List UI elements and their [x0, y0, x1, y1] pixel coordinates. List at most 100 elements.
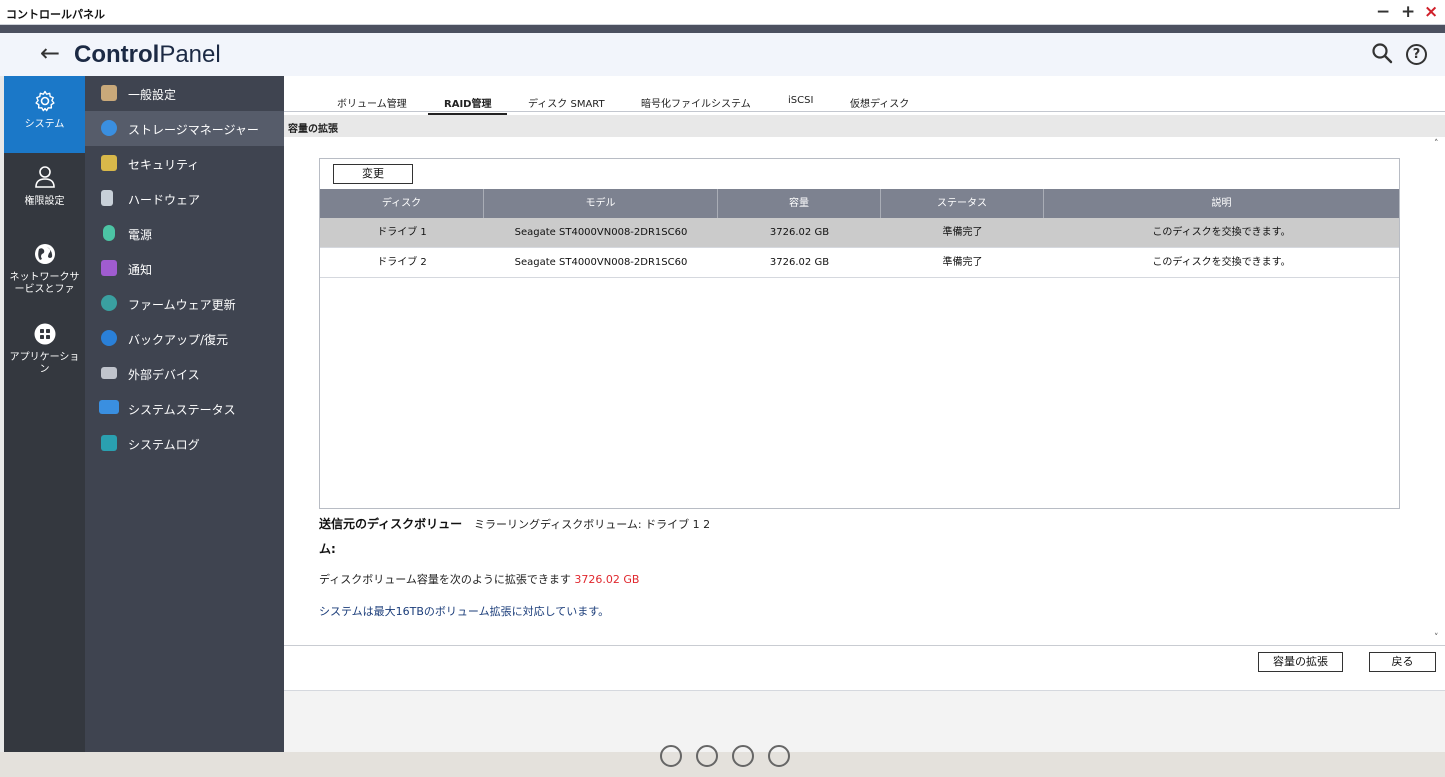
globe-icon [34, 244, 55, 264]
storage-icon [101, 120, 117, 136]
cell-model: Seagate ST4000VN008-2DR1SC60 [514, 227, 688, 238]
menu-item-log[interactable]: システムログ [85, 426, 284, 461]
firmware-icon [101, 295, 117, 311]
general-settings-icon [101, 85, 117, 101]
lock-icon [101, 155, 117, 171]
table-row[interactable]: ドライブ 1 Seagate ST4000VN008-2DR1SC60 3726… [320, 218, 1399, 248]
maximize-button[interactable]: + [1401, 2, 1415, 22]
desktop-background [0, 745, 1445, 777]
rail-item-permissions[interactable]: 権限設定 [4, 164, 85, 224]
menu-label: ファームウェア更新 [128, 298, 236, 312]
rail-label-system: システム [24, 119, 65, 130]
menu-label: ハードウェア [128, 193, 201, 207]
column-header-status[interactable]: ステータス [881, 189, 1044, 218]
scroll-down-icon[interactable]: ˅ [1434, 633, 1439, 643]
back-arrow-icon[interactable]: ← [40, 39, 60, 67]
menu-label: バックアップ/復元 [128, 333, 229, 347]
apps-icon [34, 323, 55, 345]
help-icon[interactable]: ? [1406, 44, 1427, 65]
cell-description: このディスクを交換できます。 [1152, 257, 1291, 268]
menu-item-firmware[interactable]: ファームウェア更新 [85, 286, 284, 321]
tab-virtual-disk[interactable]: 仮想ディスク [850, 95, 909, 110]
hardware-icon [101, 190, 113, 206]
cell-capacity: 3726.02 GB [769, 227, 830, 238]
tab-volume[interactable]: ボリューム管理 [337, 95, 407, 110]
tab-iscsi[interactable]: iSCSI [788, 95, 813, 106]
dock-icon[interactable] [696, 745, 718, 767]
minimize-button[interactable]: − [1376, 2, 1390, 22]
source-volume-label: 送信元のディスクボリュー [319, 517, 463, 531]
tab-encryption[interactable]: 暗号化ファイルシステム [641, 95, 751, 110]
tab-bar: ボリューム管理 RAID管理 ディスク SMART 暗号化ファイルシステム iS… [284, 76, 1445, 115]
app-header: ← ControlPanel ? [0, 33, 1445, 76]
menu-item-backup[interactable]: バックアップ/復元 [85, 321, 284, 356]
log-icon [101, 435, 117, 451]
expand-capacity-button[interactable]: 容量の拡張 [1258, 652, 1343, 672]
column-header-disk[interactable]: ディスク [320, 189, 484, 218]
cell-model: Seagate ST4000VN008-2DR1SC60 [514, 257, 688, 268]
external-device-icon [101, 367, 117, 379]
app-title-bold: Control [74, 41, 160, 68]
cell-disk: ドライブ 2 [377, 257, 427, 268]
dock-icon[interactable] [732, 745, 754, 767]
gear-icon [34, 90, 55, 112]
cell-disk: ドライブ 1 [377, 227, 427, 238]
menu-item-hardware[interactable]: ハードウェア [85, 181, 284, 216]
section-title: 容量の拡張 [284, 115, 1445, 137]
column-header-model[interactable]: モデル [484, 189, 718, 218]
menu-item-external[interactable]: 外部デバイス [85, 356, 284, 391]
menu-item-security[interactable]: セキュリティ [85, 146, 284, 181]
menu-label: 通知 [128, 263, 153, 277]
power-icon [103, 225, 115, 241]
footer-divider [284, 645, 1445, 646]
cell-status: 準備完了 [942, 227, 983, 238]
dock-icon[interactable] [660, 745, 682, 767]
user-icon [34, 166, 55, 188]
source-volume-value: ミラーリングディスクボリューム: ドライブ 1 2 [474, 518, 711, 531]
close-button[interactable]: × [1424, 2, 1438, 22]
back-button[interactable]: 戻る [1369, 652, 1436, 672]
menu-label: システムステータス [128, 403, 236, 417]
column-header-capacity[interactable]: 容量 [718, 189, 881, 218]
menu-item-power[interactable]: 電源 [85, 216, 284, 251]
cell-description: このディスクを交換できます。 [1152, 227, 1291, 238]
menu-label: 電源 [128, 228, 153, 242]
app-title: ControlPanel [74, 41, 221, 69]
vertical-scrollbar[interactable]: ˄ ˅ [1434, 137, 1445, 645]
menu-label: 外部デバイス [128, 368, 200, 382]
source-volume-label-cont: ム: [319, 542, 336, 556]
disk-table: 変更 ディスク モデル 容量 ステータス 説明 ドライブ 1 Seagate S… [319, 158, 1400, 509]
expand-capacity-text: ディスクボリューム容量を次のように拡張できます 3726.02 GB [319, 571, 639, 587]
category-rail: システム 権限設定 ネットワークサービスとファ アプリケーション [4, 76, 85, 752]
menu-item-storage[interactable]: ストレージマネージャー [85, 111, 284, 146]
rail-item-system[interactable]: システム [4, 76, 85, 153]
rail-item-applications[interactable]: アプリケーション [4, 322, 85, 392]
backup-icon [101, 330, 117, 346]
search-icon[interactable] [1370, 41, 1394, 65]
column-header-description[interactable]: 説明 [1044, 189, 1399, 218]
tab-disk-smart[interactable]: ディスク SMART [528, 95, 605, 110]
app-title-light: Panel [159, 41, 221, 68]
change-button[interactable]: 変更 [333, 164, 413, 184]
rail-item-network[interactable]: ネットワークサービスとファ [4, 242, 85, 312]
rail-label-applications: アプリケーション [9, 352, 80, 375]
table-row[interactable]: ドライブ 2 Seagate ST4000VN008-2DR1SC60 3726… [320, 248, 1399, 278]
footer-area [284, 691, 1445, 752]
menu-label: 一般設定 [128, 88, 177, 102]
rail-label-network: ネットワークサービスとファ [9, 272, 80, 295]
window-title: コントロールパネル [6, 8, 105, 21]
cell-status: 準備完了 [942, 257, 983, 268]
dock-icon[interactable] [768, 745, 790, 767]
scroll-area: 変更 ディスク モデル 容量 ステータス 説明 ドライブ 1 Seagate S… [284, 137, 1445, 645]
expand-capacity-label: ディスクボリューム容量を次のように拡張できます [319, 573, 571, 586]
system-menu: 一般設定 ストレージマネージャー セキュリティ ハードウェア 電源 通知 ファー… [85, 76, 284, 752]
monitor-icon [99, 400, 119, 414]
scroll-up-icon[interactable]: ˄ [1434, 139, 1439, 149]
menu-item-notification[interactable]: 通知 [85, 251, 284, 286]
menu-item-general[interactable]: 一般設定 [85, 76, 284, 111]
menu-item-status[interactable]: システムステータス [85, 391, 284, 426]
notification-icon [101, 260, 117, 276]
menu-label: セキュリティ [128, 158, 200, 172]
tab-raid[interactable]: RAID管理 [428, 95, 508, 115]
expand-capacity-value: 3726.02 GB [574, 573, 640, 586]
